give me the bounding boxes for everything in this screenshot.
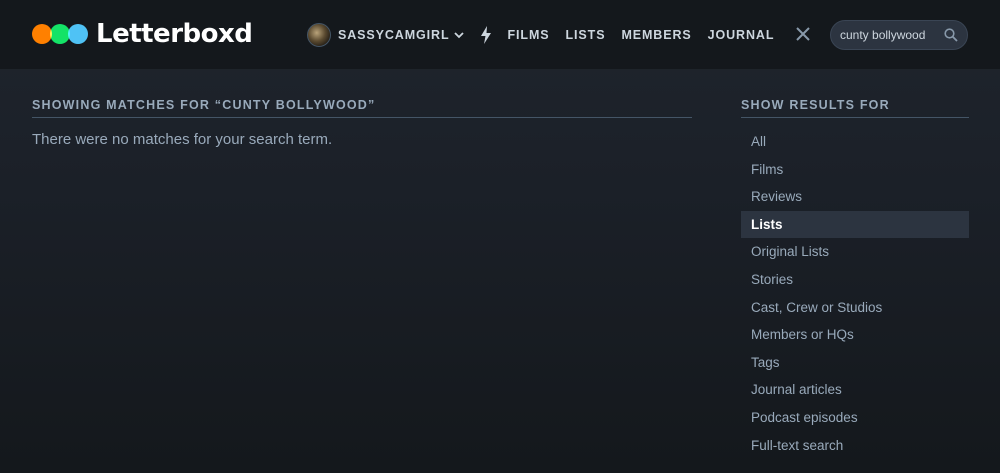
results-filter-list: All Films Reviews Lists Original Lists S…: [741, 128, 969, 459]
site-header: Letterboxd SASSYCAMGIRL FILMS LISTS MEMB…: [0, 0, 1000, 70]
filter-cast-crew-studios[interactable]: Cast, Crew or Studios: [741, 294, 969, 322]
filter-all[interactable]: All: [741, 128, 969, 156]
nav-lists[interactable]: LISTS: [566, 28, 606, 42]
filter-heading: SHOW RESULTS FOR: [741, 98, 969, 118]
filter-stories[interactable]: Stories: [741, 266, 969, 294]
close-search-icon[interactable]: [795, 26, 811, 42]
filter-reviews[interactable]: Reviews: [741, 183, 969, 211]
results-heading: SHOWING MATCHES FOR “CUNTY BOLLYWOOD”: [32, 98, 692, 118]
search-input[interactable]: [840, 28, 940, 42]
username-menu[interactable]: SASSYCAMGIRL: [338, 28, 450, 42]
avatar[interactable]: [307, 23, 331, 47]
logo-wordmark: Letterboxd: [96, 19, 253, 49]
filter-tags[interactable]: Tags: [741, 349, 969, 377]
filter-films[interactable]: Films: [741, 156, 969, 184]
filter-members-hqs[interactable]: Members or HQs: [741, 321, 969, 349]
nav-members[interactable]: MEMBERS: [621, 28, 691, 42]
no-results-message: There were no matches for your search te…: [32, 131, 333, 148]
filter-podcast-episodes[interactable]: Podcast episodes: [741, 404, 969, 432]
chevron-down-icon[interactable]: [453, 31, 464, 39]
activity-bolt-icon[interactable]: [480, 26, 492, 44]
nav-journal[interactable]: JOURNAL: [708, 28, 775, 42]
filter-lists[interactable]: Lists: [741, 210, 969, 239]
search-box: [830, 20, 968, 50]
logo[interactable]: Letterboxd: [32, 19, 253, 49]
search-icon[interactable]: [944, 28, 958, 42]
filter-journal-articles[interactable]: Journal articles: [741, 376, 969, 404]
logo-dots-icon: [32, 24, 88, 44]
filter-original-lists[interactable]: Original Lists: [741, 238, 969, 266]
nav-films[interactable]: FILMS: [508, 28, 550, 42]
filter-full-text-search[interactable]: Full-text search: [741, 432, 969, 460]
main-nav: SASSYCAMGIRL FILMS LISTS MEMBERS JOURNAL: [307, 22, 790, 48]
